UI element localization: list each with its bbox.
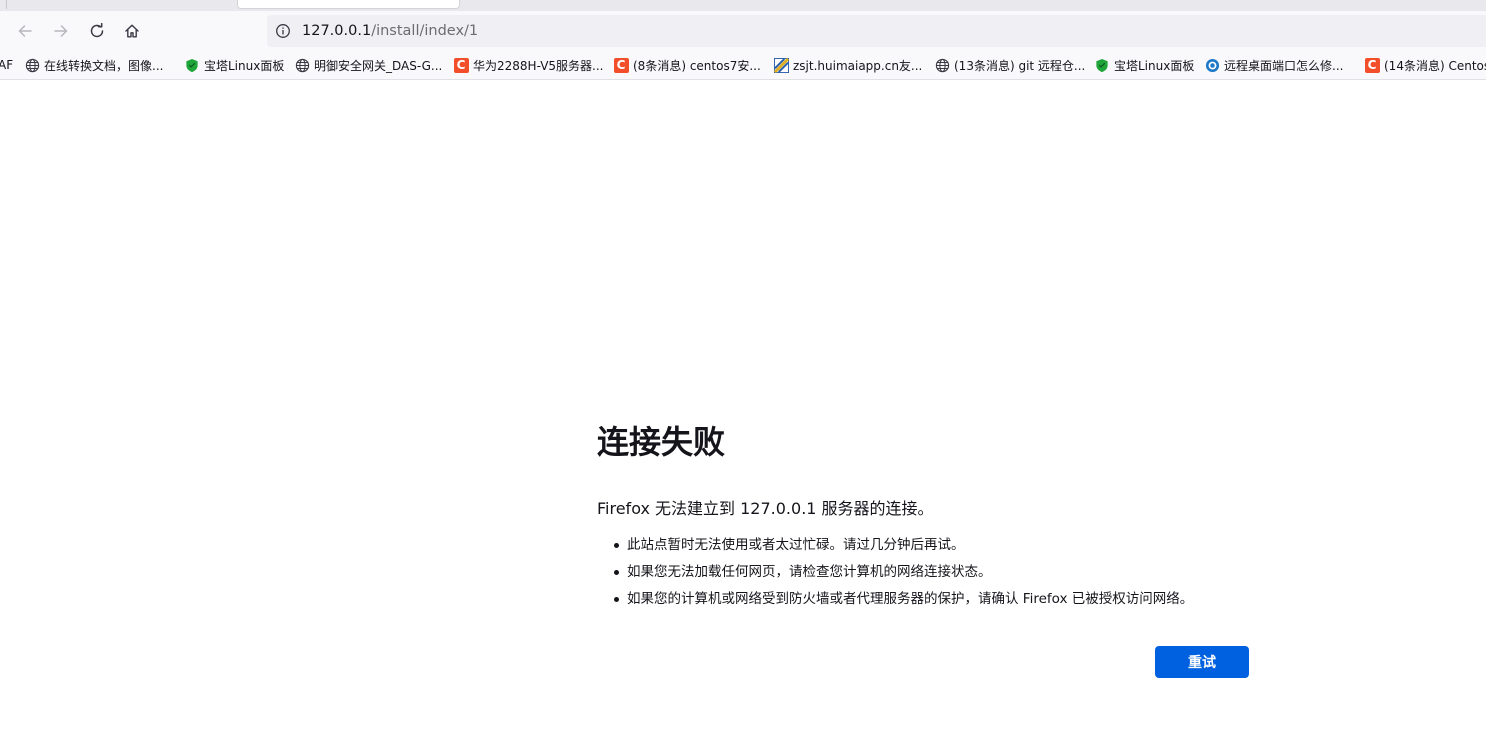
home-icon [125, 24, 139, 38]
bookmark-item[interactable]: 明御安全网关_DAS-G... [294, 55, 442, 75]
bookmark-label: (8条消息) centos7安... [633, 58, 761, 73]
home-button[interactable] [116, 15, 148, 47]
url-text[interactable]: 127.0.0.1/install/index/1 [302, 22, 478, 40]
forward-arrow-icon [54, 25, 68, 37]
site-info-icon[interactable] [275, 23, 291, 39]
forward-button[interactable] [45, 15, 77, 47]
globe-icon [24, 57, 40, 73]
bookmark-label: (14条消息) Centos [1384, 58, 1486, 73]
bookmark-label: 在线转换文档，图像... [44, 58, 164, 73]
back-arrow-icon [18, 25, 32, 37]
bookmark-label: 宝塔Linux面板 [204, 58, 285, 73]
bookmark-cut-off[interactable]: AF [0, 55, 13, 75]
error-tips-list: 此站点暂时无法使用或者太过忙碌。请过几分钟后再试。 如果您无法加载任何网页，请检… [597, 532, 1257, 613]
bookmark-item[interactable]: (13条消息) git 远程仓... [934, 55, 1085, 75]
active-tab[interactable] [237, 0, 460, 9]
bookmark-label: 华为2288H-V5服务器... [473, 58, 604, 73]
error-title: 连接失败 [597, 423, 726, 461]
bookmark-item[interactable]: C 华为2288H-V5服务器... [453, 55, 603, 75]
bookmark-item[interactable]: 宝塔Linux面板 [184, 55, 284, 75]
bookmark-item[interactable]: 宝塔Linux面板 [1094, 55, 1194, 75]
bookmark-label: 明御安全网关_DAS-G... [314, 58, 443, 73]
error-page: 连接失败 Firefox 无法建立到 127.0.0.1 服务器的连接。 此站点… [597, 420, 1257, 613]
reload-icon [90, 23, 104, 38]
error-tip: 如果您的计算机或网络受到防火墙或者代理服务器的保护，请确认 Firefox 已被… [614, 586, 1257, 613]
remote-desktop-icon [1204, 57, 1220, 73]
back-button[interactable] [9, 15, 41, 47]
retry-button[interactable]: 重试 [1155, 646, 1249, 678]
url-path: /install/index/1 [371, 23, 479, 39]
bookmark-label: zsjt.huimaiapp.cn友... [793, 58, 923, 73]
url-host: 127.0.0.1 [302, 23, 372, 39]
bookmark-label: 远程桌面端口怎么修... [1224, 58, 1344, 73]
csdn-c-icon: C [453, 57, 469, 73]
error-description: Firefox 无法建立到 127.0.0.1 服务器的连接。 [597, 499, 934, 518]
bookmark-item[interactable]: C (8条消息) centos7安... [613, 55, 761, 75]
bookmark-item[interactable]: 远程桌面端口怎么修... [1204, 55, 1343, 75]
bookmark-label: AF [0, 58, 14, 72]
reload-button[interactable] [81, 15, 113, 47]
globe-icon [294, 57, 310, 73]
bookmark-item[interactable]: C (14条消息) Centos [1364, 55, 1486, 75]
bookmark-item[interactable]: zsjt.huimaiapp.cn友... [773, 55, 922, 75]
csdn-c-icon: C [613, 57, 629, 73]
error-tip: 此站点暂时无法使用或者太过忙碌。请过几分钟后再试。 [614, 532, 1257, 559]
baota-shield-icon [184, 57, 200, 73]
site-favicon-icon [773, 57, 789, 73]
baota-shield-icon [1094, 57, 1110, 73]
bookmark-item[interactable]: 在线转换文档，图像... [24, 55, 163, 75]
tab-strip [0, 0, 1486, 11]
bookmarks-toolbar: AF 在线转换文档，图像... 宝塔Linux面板 明御安全网关_DAS-G..… [0, 51, 1486, 80]
navigation-toolbar: 127.0.0.1/install/index/1 [0, 11, 1486, 51]
bookmark-label: 宝塔Linux面板 [1114, 58, 1195, 73]
url-bar[interactable]: 127.0.0.1/install/index/1 [267, 15, 1486, 47]
tab-divider [6, 0, 7, 9]
bookmark-label: (13条消息) git 远程仓... [954, 58, 1086, 73]
error-tip: 如果您无法加载任何网页，请检查您计算机的网络连接状态。 [614, 559, 1257, 586]
globe-icon [934, 57, 950, 73]
csdn-c-icon: C [1364, 57, 1380, 73]
